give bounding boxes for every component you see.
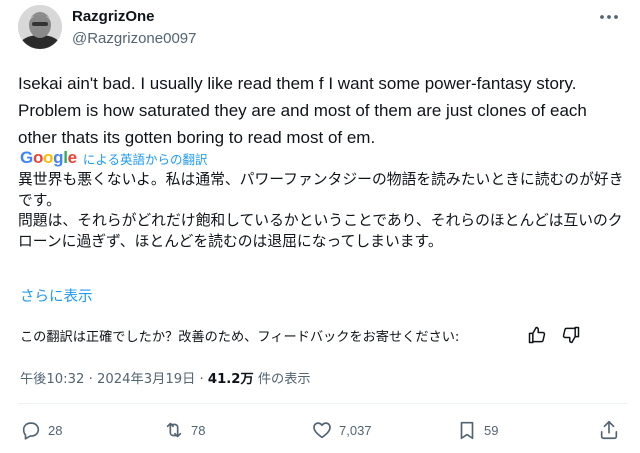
translation-feedback-prompt: この翻訳は正確でしたか？改善のため、フィードバックをお寄せください: bbox=[20, 330, 460, 345]
translated-paragraph-2: 問題は、それらがどれだけ飽和しているかということであり、それらのほとんどは互いの… bbox=[18, 212, 623, 250]
meta-separator: · bbox=[88, 372, 93, 387]
thumbs-up-button[interactable] bbox=[527, 325, 547, 345]
thumbs-up-icon bbox=[528, 326, 546, 344]
reply-icon bbox=[22, 422, 40, 440]
translation-source-label: による英語からの翻訳 bbox=[82, 151, 208, 167]
bookmark-count: 59 bbox=[484, 422, 499, 438]
author-display-name[interactable]: RazgrizOne bbox=[72, 8, 155, 25]
reply-count: 28 bbox=[48, 422, 63, 438]
translated-text: 異世界も悪くないよ。私は通常、パワーファンタジーの物語を読みたいときに読むのが好… bbox=[18, 170, 628, 252]
post-text: Isekai ain't bad. I usually like read th… bbox=[18, 74, 587, 147]
avatar[interactable] bbox=[18, 5, 62, 49]
more-options-button[interactable] bbox=[596, 6, 622, 28]
reply-button[interactable]: 28 bbox=[20, 418, 62, 442]
google-logo: Google bbox=[20, 148, 77, 167]
thumbs-down-button[interactable] bbox=[561, 325, 581, 345]
translation-attribution[interactable]: Google による英語からの翻訳 bbox=[20, 148, 207, 168]
views-label: 件の表示 bbox=[257, 372, 311, 387]
show-more-link[interactable]: さらに表示 bbox=[20, 285, 93, 306]
repost-count: 78 bbox=[191, 422, 206, 438]
author-handle[interactable]: @Razgrizone0097 bbox=[72, 30, 196, 47]
views-count: 41.2万 bbox=[207, 372, 254, 387]
share-button[interactable] bbox=[598, 418, 620, 442]
translated-paragraph-1: 異世界も悪くないよ。私は通常、パワーファンタジーの物語を読みたいときに読むのが好… bbox=[18, 171, 624, 209]
share-icon bbox=[600, 420, 618, 440]
bookmark-button[interactable]: 59 bbox=[456, 418, 498, 442]
meta-separator: · bbox=[199, 372, 204, 387]
repost-button[interactable]: 78 bbox=[163, 418, 205, 442]
divider bbox=[18, 403, 628, 404]
avatar-image bbox=[18, 5, 62, 49]
post-date[interactable]: 2024年3月19日 bbox=[97, 372, 195, 387]
more-dots-icon bbox=[600, 15, 618, 19]
thumbs-down-icon bbox=[562, 326, 580, 344]
bookmark-icon bbox=[460, 421, 474, 440]
post-time[interactable]: 午後10:32 bbox=[20, 372, 84, 387]
post-meta: 午後10:32 · 2024年3月19日 · 41.2万 件の表示 bbox=[20, 368, 311, 387]
like-count: 7,037 bbox=[339, 422, 372, 438]
repost-icon bbox=[166, 422, 182, 438]
like-button[interactable]: 7,037 bbox=[311, 418, 372, 442]
heart-icon bbox=[313, 422, 331, 439]
